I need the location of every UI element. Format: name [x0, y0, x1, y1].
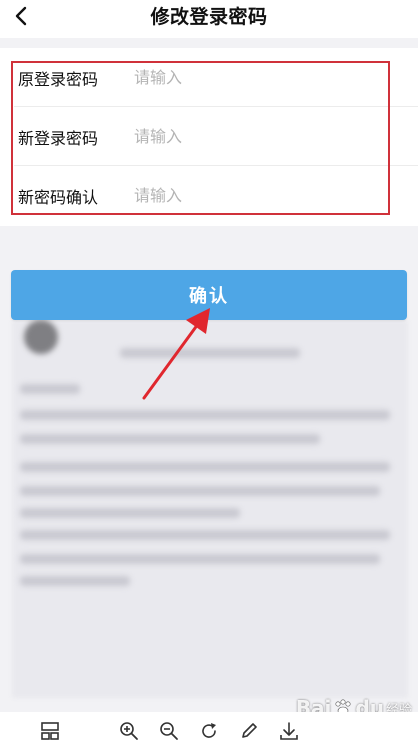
blurred-text-line	[20, 384, 80, 394]
confirm-button[interactable]: 确认	[11, 270, 407, 320]
confirm-password-input[interactable]	[134, 178, 374, 212]
zoom-in-icon[interactable]	[118, 720, 140, 742]
blurred-text-line	[20, 576, 130, 586]
new-password-input[interactable]	[134, 119, 374, 153]
blurred-avatar	[24, 320, 58, 354]
layout-icon[interactable]	[39, 720, 61, 742]
blurred-text-line	[20, 434, 320, 444]
download-icon[interactable]	[278, 720, 300, 742]
header-bar: 修改登录密码	[0, 0, 418, 38]
bottom-toolbar	[0, 712, 418, 750]
blurred-text-line	[20, 508, 240, 518]
confirm-password-label: 新密码确认	[18, 188, 99, 207]
edit-icon[interactable]	[238, 720, 260, 742]
blurred-text-line	[20, 554, 380, 564]
old-password-row: 原登录密码	[0, 48, 418, 106]
blurred-text-line	[20, 410, 390, 420]
page-title: 修改登录密码	[150, 6, 268, 28]
blurred-text-line	[20, 462, 390, 472]
new-password-row: 新登录密码	[0, 107, 418, 165]
blurred-text-line	[20, 486, 380, 496]
zoom-out-icon[interactable]	[158, 720, 180, 742]
blurred-text-line	[20, 530, 390, 540]
old-password-input[interactable]	[134, 60, 374, 94]
blurred-text-line	[120, 348, 300, 358]
old-password-label: 原登录密码	[18, 70, 99, 89]
confirm-password-row: 新密码确认	[0, 166, 418, 224]
password-form: 原登录密码 新登录密码 新密码确认	[0, 48, 418, 226]
rotate-icon[interactable]	[198, 720, 220, 742]
new-password-label: 新登录密码	[18, 129, 99, 148]
